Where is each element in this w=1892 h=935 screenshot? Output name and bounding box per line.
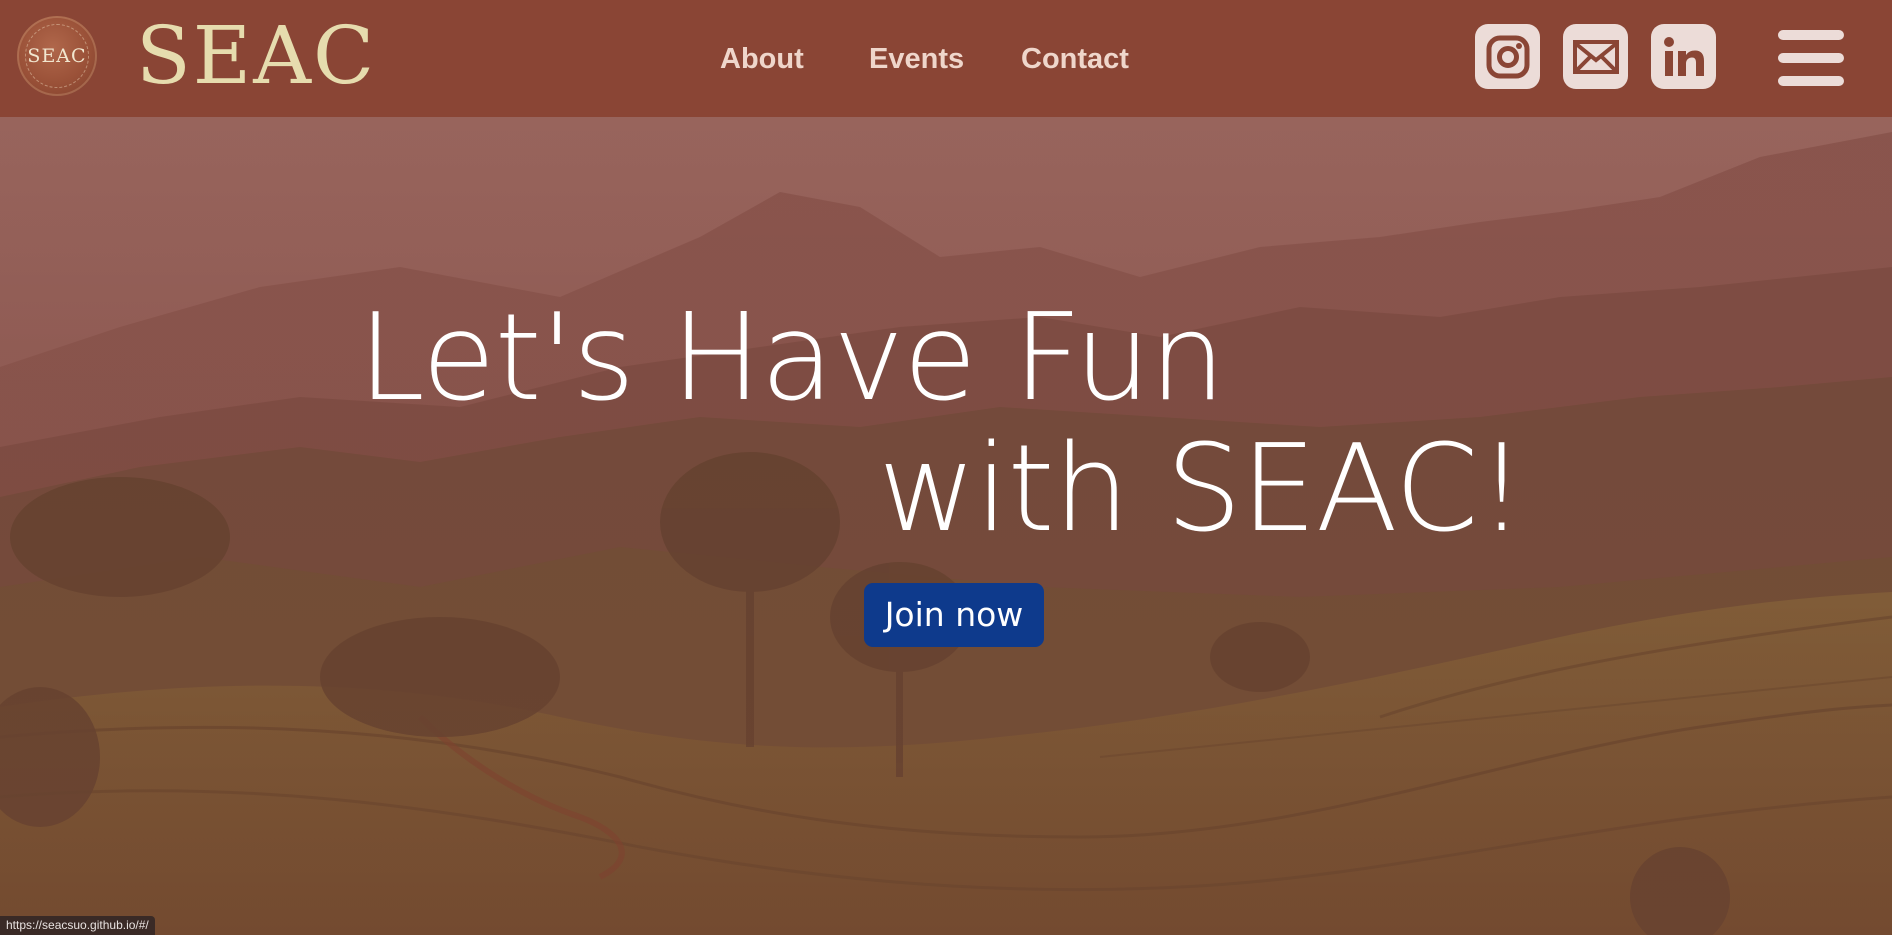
- hamburger-menu-icon: [1778, 30, 1844, 40]
- seac-wordmark-logo[interactable]: SEAC: [136, 8, 376, 104]
- hero-section: Let's Have Fun with SEAC! Join now: [0, 117, 1892, 935]
- top-navbar: SEAC SEAC About Events Contact: [0, 0, 1892, 117]
- email-link[interactable]: [1563, 24, 1628, 89]
- browser-status-url: https://seacsuo.github.io/#/: [0, 916, 155, 935]
- hero-headline-line2: with SEAC!: [878, 420, 1526, 559]
- instagram-link[interactable]: [1475, 24, 1540, 89]
- join-now-button[interactable]: Join now: [864, 583, 1044, 647]
- linkedin-icon: [1663, 36, 1704, 76]
- page: SEAC SEAC About Events Contact Let's Hav…: [0, 0, 1892, 935]
- email-icon: [1572, 39, 1619, 74]
- hero-headline-line1: Let's Have Fun: [358, 289, 1226, 428]
- hamburger-menu-button[interactable]: [1778, 30, 1844, 86]
- nav-link-about[interactable]: About: [720, 37, 804, 81]
- linkedin-link[interactable]: [1651, 24, 1716, 89]
- seac-seal-logo[interactable]: SEAC: [17, 16, 97, 96]
- nav-link-contact[interactable]: Contact: [1021, 37, 1129, 81]
- seal-ring-decoration: [25, 24, 89, 88]
- nav-link-events[interactable]: Events: [869, 37, 964, 81]
- instagram-icon: [1486, 35, 1529, 78]
